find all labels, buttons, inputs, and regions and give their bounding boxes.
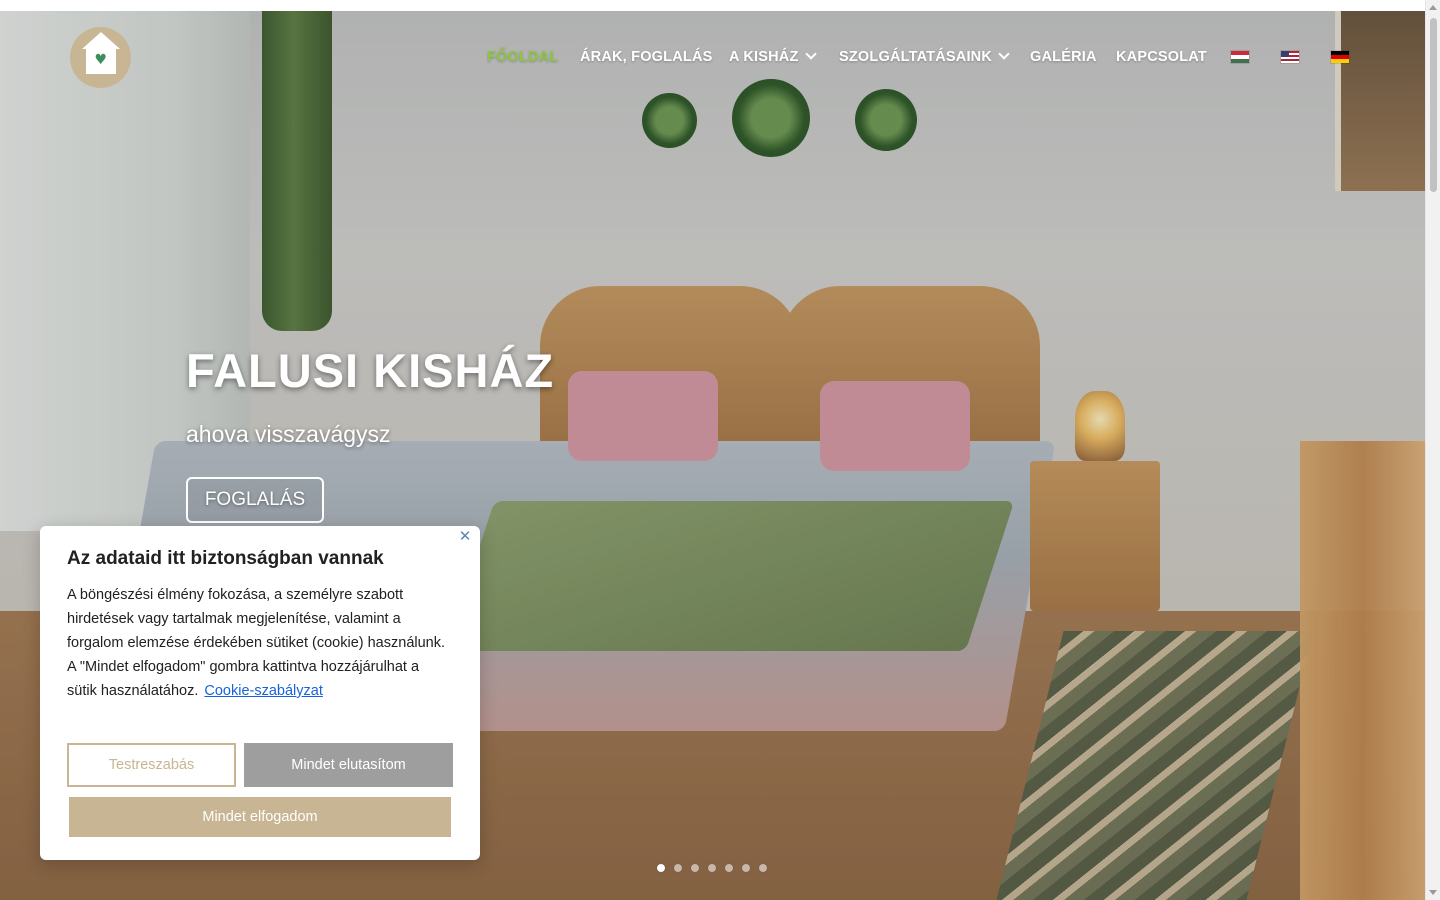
heart-icon: ♥: [94, 51, 108, 68]
house-icon: ♥: [81, 31, 120, 74]
cookie-policy-link[interactable]: Cookie-szabályzat: [204, 683, 322, 699]
top-strip: [0, 0, 1425, 11]
close-icon[interactable]: ✕: [458, 529, 472, 544]
booking-button[interactable]: FOGLALÁS: [186, 477, 324, 523]
nav-item-label: A KISHÁZ: [729, 49, 799, 65]
page-scrollbar[interactable]: [1425, 0, 1440, 900]
cookie-description: A böngészési élmény fokozása, a személyr…: [67, 583, 452, 703]
slider-pagination: [657, 864, 767, 872]
chevron-down-icon: [998, 48, 1010, 60]
nav-item-label: SZOLGÁLTATÁSAINK: [839, 49, 993, 65]
nav-item-services[interactable]: SZOLGÁLTATÁSAINK: [839, 48, 1010, 65]
slider-dot[interactable]: [725, 864, 733, 872]
hungarian-flag-icon[interactable]: [1231, 51, 1249, 63]
cookie-consent-panel: ✕ Az adataid itt biztonságban vannak A b…: [40, 526, 480, 860]
scrollbar-thumb[interactable]: [1430, 18, 1437, 192]
nav-item-gallery[interactable]: GALÉRIA: [1030, 49, 1097, 65]
german-flag-icon[interactable]: [1331, 51, 1349, 63]
nav-item-home[interactable]: FŐOLDAL: [487, 49, 558, 65]
nav-item-prices-booking[interactable]: ÁRAK, FOGLALÁS: [580, 49, 713, 65]
scroll-up-arrow-icon[interactable]: [1429, 5, 1437, 10]
slider-dot[interactable]: [708, 864, 716, 872]
slider-dot[interactable]: [759, 864, 767, 872]
chevron-down-icon: [804, 48, 817, 60]
nav-item-contact[interactable]: KAPCSOLAT: [1116, 49, 1207, 65]
reject-all-button[interactable]: Mindet elutasítom: [244, 743, 453, 787]
cookie-title: Az adataid itt biztonságban vannak: [67, 548, 384, 569]
nav-item-the-house[interactable]: A KISHÁZ: [729, 48, 817, 65]
hero-title: FALUSI KISHÁZ: [186, 344, 555, 397]
customize-button[interactable]: Testreszabás: [67, 743, 236, 787]
accept-all-button[interactable]: Mindet elfogadom: [69, 797, 451, 837]
slider-dot[interactable]: [657, 864, 665, 872]
slider-dot[interactable]: [691, 864, 699, 872]
slider-dot[interactable]: [742, 864, 750, 872]
us-flag-icon[interactable]: [1281, 51, 1299, 63]
site-logo[interactable]: ♥: [70, 27, 131, 88]
scroll-down-arrow-icon[interactable]: [1429, 890, 1437, 895]
slider-dot[interactable]: [674, 864, 682, 872]
hero-subtitle: ahova visszavágysz: [186, 421, 391, 447]
